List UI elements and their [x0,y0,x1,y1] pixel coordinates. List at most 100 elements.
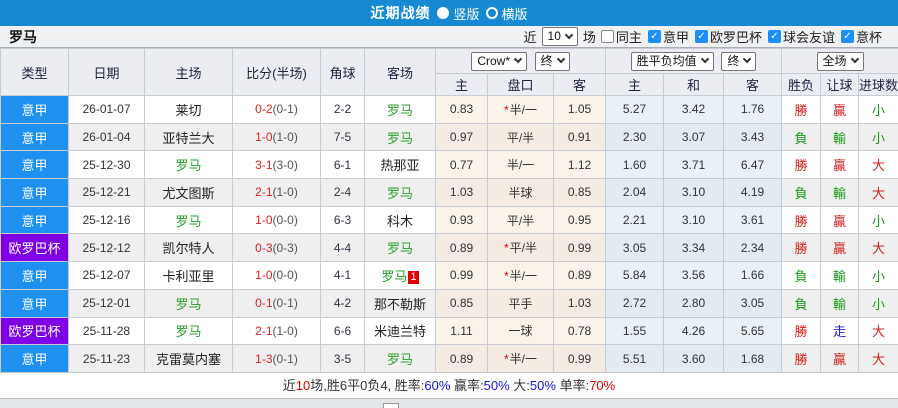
score-cell: 1-0(1-0) [232,122,321,152]
avg-draw-odds: 3.60 [663,344,724,373]
avg-away-odds: 3.05 [722,288,783,318]
avg-draw-odds: 3.42 [663,95,724,124]
date-cell: 25-11-23 [68,344,145,373]
league-cell: 意甲 [0,261,69,290]
results-body: 意甲 26-01-07 莱切 0-2(0-1) 2-2 罗马 0.83 *半/一 1.05 5.2… [0,95,898,373]
handicap-home-odds: 0.89 [435,233,488,263]
league-cell: 欧罗巴杯 [0,233,69,263]
checkbox-icon[interactable]: ✓ [694,30,708,43]
handicap-time-select[interactable]: 终 [534,51,570,71]
goals-result-cell: 小 [858,122,898,152]
result-group-header: 全场 [781,48,898,74]
avg-home-odds: 2.21 [605,205,664,235]
avg-draw-odds: 3.34 [663,233,724,263]
handicap-away-odds: 1.12 [553,150,606,180]
home-team-cell: 罗马 [144,316,233,346]
avg-draw-odds: 3.71 [663,150,724,180]
date-cell: 25-11-28 [68,316,145,346]
subcol-handicap-result: 让球 [820,73,860,96]
chevron-down-icon [850,54,859,64]
subcol-avg-draw: 和 [663,73,724,96]
handicap-line: *半/一 [487,95,554,124]
radio-label: 竖版 [453,6,480,22]
avg-draw-odds: 2.80 [663,288,724,318]
chevron-down-icon [556,54,565,64]
table-row: 欧罗巴杯 25-12-12 凯尔特人 0-3(0-3) 4-4 罗马 0.89 *平/半 0.9… [0,233,898,263]
handicap-result-cell: 贏 [820,233,860,263]
handicap-home-odds: 0.89 [435,344,488,373]
goals-result-cell: 小 [858,261,898,290]
result-cell: 勝 [781,95,822,124]
handicap-home-odds: 0.85 [435,288,488,318]
radio-label: 横版 [501,6,528,22]
handicap-away-odds: 0.78 [553,316,606,346]
summary-segment: 10 [295,377,311,393]
handicap-away-odds: 1.03 [553,288,606,318]
away-team-cell: 罗马 1 [364,261,436,290]
avg-time-select[interactable]: 终 [721,51,757,71]
chevron-down-icon [700,54,709,64]
goals-result-cell: 大 [858,316,898,346]
avg-home-odds: 5.84 [605,261,664,290]
recent-count-select[interactable]: 10 [541,27,578,46]
corners-cell: 6-1 [320,150,365,180]
avg-draw-odds: 3.10 [663,178,724,207]
bookmaker-select[interactable]: Crow* [471,51,528,71]
bottom-strip [0,397,898,408]
checkbox-icon[interactable]: ✓ [840,30,854,43]
summary-segment: 50% [483,377,510,393]
checkbox-icon[interactable]: ✓ [647,30,661,43]
avg-draw-odds: 3.56 [663,261,724,290]
checkbox-icon[interactable] [600,30,614,43]
layout-option: 竖版 [437,4,480,23]
checkbox-label: 球会友谊 [782,30,835,45]
match-scope-select[interactable]: 全场 [816,51,864,71]
league-cell: 意甲 [0,205,69,235]
result-cell: 負 [781,288,822,318]
score-cell: 3-1(3-0) [232,150,321,180]
goals-result-cell: 大 [858,344,898,373]
score-cell: 2-1(1-0) [232,178,321,207]
date-cell: 26-01-04 [68,122,145,152]
radio-icon[interactable] [437,7,450,19]
table-row: 意甲 25-12-21 尤文图斯 2-1(1-0) 2-4 罗马 1.03 半球 0.85 2.0… [0,178,898,207]
avg-odds-select[interactable]: 胜平负均值 [630,51,714,71]
score-cell: 1-0(0-0) [232,205,321,235]
red-card-badge: 1 [408,270,419,284]
corners-cell: 7-5 [320,122,365,152]
avg-away-odds: 3.43 [722,122,783,152]
avg-home-odds: 2.04 [605,178,664,207]
goals-result-cell: 大 [858,233,898,263]
avg-draw-odds: 3.07 [663,122,724,152]
col-header-score: 比分(半场) [232,48,321,96]
radio-icon[interactable] [485,7,498,19]
handicap-line: 一球 [487,316,554,346]
handicap-line: 平手 [487,288,554,318]
league-cell: 意甲 [0,122,69,152]
checkbox-icon[interactable]: ✓ [767,30,781,43]
layout-radio-group: 竖版 横版 [437,4,528,23]
subcol-avg-away: 客 [722,73,783,96]
league-cell: 意甲 [0,344,69,373]
league-cell: 意甲 [0,288,69,318]
partial-control [383,402,399,408]
home-team-cell: 凯尔特人 [144,233,233,263]
checkbox-label: 意杯 [855,30,882,45]
subcol-goals-result: 进球数 [858,73,898,96]
table-row: 意甲 25-12-16 罗马 1-0(0-0) 6-3 科木 0.93 平/半 0.95 2.21… [0,205,898,235]
result-cell: 負 [781,261,822,290]
handicap-result-cell: 走 [820,316,860,346]
result-cell: 勝 [781,316,822,346]
score-cell: 1-3(0-1) [232,344,321,373]
corners-cell: 4-4 [320,233,365,263]
league-cell: 意甲 [0,178,69,207]
team-title: 罗马 [9,28,37,45]
handicap-line: 平/半 [487,205,554,235]
avg-odds-group-header: 胜平负均值 终 [604,48,783,74]
result-cell: 勝 [781,344,822,373]
panel-title: 近期战绩 [370,5,431,21]
handicap-group-header: Crow* 终 [435,48,606,74]
checkbox-label: 欧罗巴杯 [709,30,762,45]
date-cell: 25-12-21 [68,178,145,207]
home-team-cell: 罗马 [144,205,233,235]
